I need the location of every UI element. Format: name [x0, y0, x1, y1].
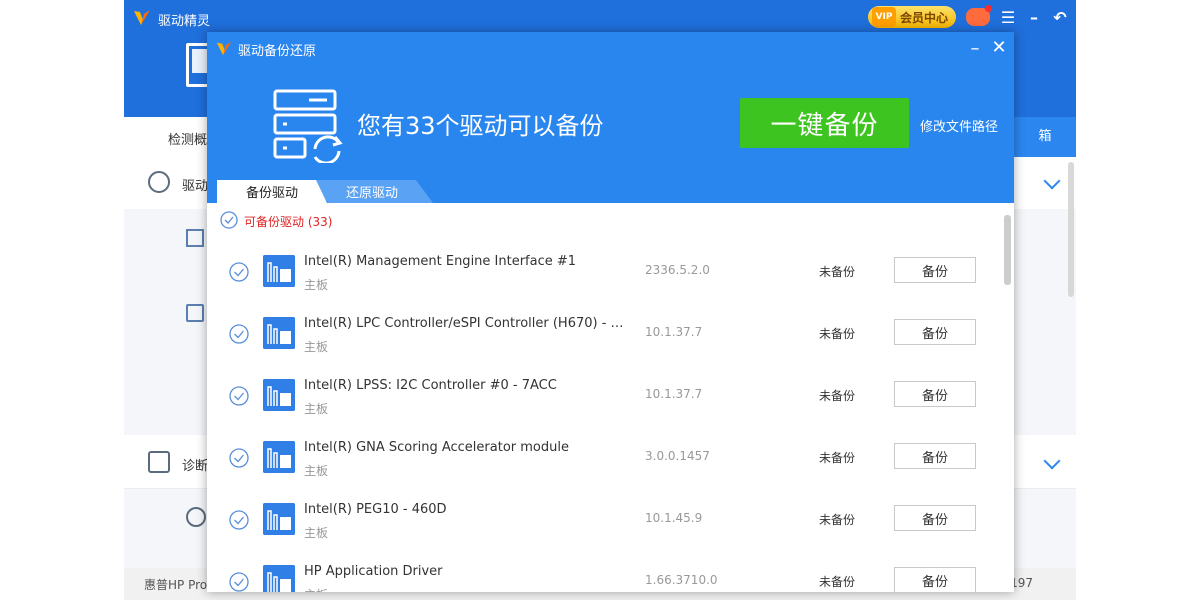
- game-controller-icon[interactable]: [966, 5, 992, 26]
- list-item: HP Application Driver 主板 1.66.3710.0 未备份…: [207, 550, 1002, 592]
- driver-category: 主板: [304, 586, 328, 592]
- modify-path-link[interactable]: 修改文件路径: [920, 116, 998, 135]
- motherboard-icon: [263, 317, 295, 349]
- select-all-check-icon[interactable]: [220, 211, 238, 229]
- driver-name: Intel(R) GNA Scoring Accelerator module: [304, 440, 569, 455]
- backup-status: 未备份: [819, 327, 856, 341]
- dialog-scrollbar[interactable]: [1004, 215, 1011, 285]
- backup-status: 未备份: [819, 513, 856, 527]
- prohibited-icon: [186, 507, 206, 527]
- one-click-backup-button[interactable]: 一键备份: [740, 98, 909, 148]
- motherboard-icon: [263, 441, 295, 473]
- check-circle-icon[interactable]: [229, 324, 249, 344]
- driver-category: 主板: [304, 526, 329, 540]
- driver-category: 主板: [304, 402, 329, 416]
- backup-status: 未备份: [819, 575, 856, 589]
- driver-version: 10.1.37.7: [645, 325, 703, 339]
- list-item: Intel(R) GNA Scoring Accelerator module …: [207, 426, 1002, 488]
- check-circle-icon[interactable]: [229, 572, 249, 592]
- diagnose-icon: [148, 451, 170, 473]
- backup-button[interactable]: 备份: [894, 381, 976, 407]
- backup-button[interactable]: 备份: [894, 567, 976, 592]
- dialog-minimize-icon[interactable]: –: [968, 38, 982, 59]
- backup-status: 未备份: [819, 265, 856, 279]
- back-icon[interactable]: ↶: [1052, 8, 1068, 27]
- motherboard-icon: [263, 503, 295, 535]
- driver-category: 主板: [304, 464, 329, 478]
- header-toolbar: VIP 会员中心 ☰ – ↶: [867, 5, 1068, 28]
- section-diagnose-label: 诊断: [182, 459, 209, 474]
- tab-toolbox[interactable]: 箱: [1014, 117, 1076, 157]
- list-item: Intel(R) Management Engine Interface #1 …: [207, 240, 1002, 302]
- backupable-drivers-label: 可备份驱动 (33): [244, 215, 333, 229]
- main-scrollbar[interactable]: [1068, 162, 1074, 297]
- driver-name: Intel(R) LPC Controller/eSPI Controller …: [304, 316, 624, 331]
- app-logo-icon: [134, 10, 150, 25]
- check-circle-icon[interactable]: [229, 262, 249, 282]
- app-title: 驱动精灵: [158, 14, 211, 29]
- backup-status: 未备份: [819, 389, 856, 403]
- driver-category: 主板: [304, 278, 329, 292]
- chevron-down-icon[interactable]: [1043, 452, 1061, 470]
- member-center-button[interactable]: VIP 会员中心: [867, 6, 956, 28]
- server-backup-icon: [273, 89, 343, 163]
- driver-name: Intel(R) LPSS: I2C Controller #0 - 7ACC: [304, 378, 557, 393]
- driver-backup-dialog: 驱动备份还原 – ✕ 您有33个驱动可以备份 一键备份 修改文件路径 还原驱动 …: [207, 32, 1014, 592]
- dialog-title: 驱动备份还原: [238, 44, 317, 59]
- list-item: Intel(R) LPC Controller/eSPI Controller …: [207, 302, 1002, 364]
- backup-button[interactable]: 备份: [894, 505, 976, 531]
- driver-name: Intel(R) Management Engine Interface #1: [304, 254, 577, 269]
- check-circle-icon[interactable]: [229, 510, 249, 530]
- list-item: Intel(R) LPSS: I2C Controller #0 - 7ACC …: [207, 364, 1002, 426]
- backup-status: 未备份: [819, 451, 856, 465]
- driver-version: 10.1.37.7: [645, 387, 703, 401]
- dialog-header: 驱动备份还原 – ✕ 您有33个驱动可以备份 一键备份 修改文件路径 还原驱动 …: [207, 32, 1014, 203]
- motherboard-icon: [263, 565, 295, 592]
- motherboard-icon: [263, 379, 295, 411]
- minimize-icon[interactable]: –: [1026, 8, 1042, 27]
- list-item: Intel(R) PEG10 - 460D 主板 10.1.45.9 未备份 备…: [207, 488, 1002, 550]
- driver-category: 主板: [304, 340, 329, 354]
- tab-restore-driver[interactable]: 还原驱动: [311, 180, 433, 203]
- section-driver-label: 驱动: [182, 179, 209, 194]
- backup-headline: 您有33个驱动可以备份: [357, 112, 604, 140]
- backup-button[interactable]: 备份: [894, 257, 976, 283]
- menu-icon[interactable]: ☰: [1000, 8, 1016, 27]
- driver-version: 10.1.45.9: [645, 511, 703, 525]
- member-center-label: 会员中心: [899, 10, 948, 25]
- driver-version: 3.0.0.1457: [645, 449, 710, 463]
- download-icon: [186, 229, 204, 247]
- tab-backup-driver[interactable]: 备份驱动: [217, 180, 327, 203]
- tab-detect-overview[interactable]: 检测概: [168, 129, 207, 148]
- app-logo-icon: [216, 41, 232, 56]
- driver-version: 2336.5.2.0: [645, 263, 710, 277]
- check-circle-icon[interactable]: [229, 386, 249, 406]
- driver-name: Intel(R) PEG10 - 460D: [304, 502, 447, 517]
- backup-button[interactable]: 备份: [894, 443, 976, 469]
- upload-icon: [186, 304, 204, 322]
- gear-icon: [148, 171, 170, 193]
- driver-version: 1.66.3710.0: [645, 573, 718, 587]
- driver-name: HP Application Driver: [304, 564, 443, 579]
- vip-icon: VIP: [871, 7, 896, 27]
- check-circle-icon[interactable]: [229, 448, 249, 468]
- backup-button[interactable]: 备份: [894, 319, 976, 345]
- chevron-down-icon[interactable]: [1043, 172, 1061, 190]
- driver-list: Intel(R) Management Engine Interface #1 …: [207, 240, 1014, 592]
- motherboard-icon: [263, 255, 295, 287]
- dialog-close-icon[interactable]: ✕: [990, 37, 1008, 58]
- device-model-text: 惠普HP Pro: [144, 578, 208, 592]
